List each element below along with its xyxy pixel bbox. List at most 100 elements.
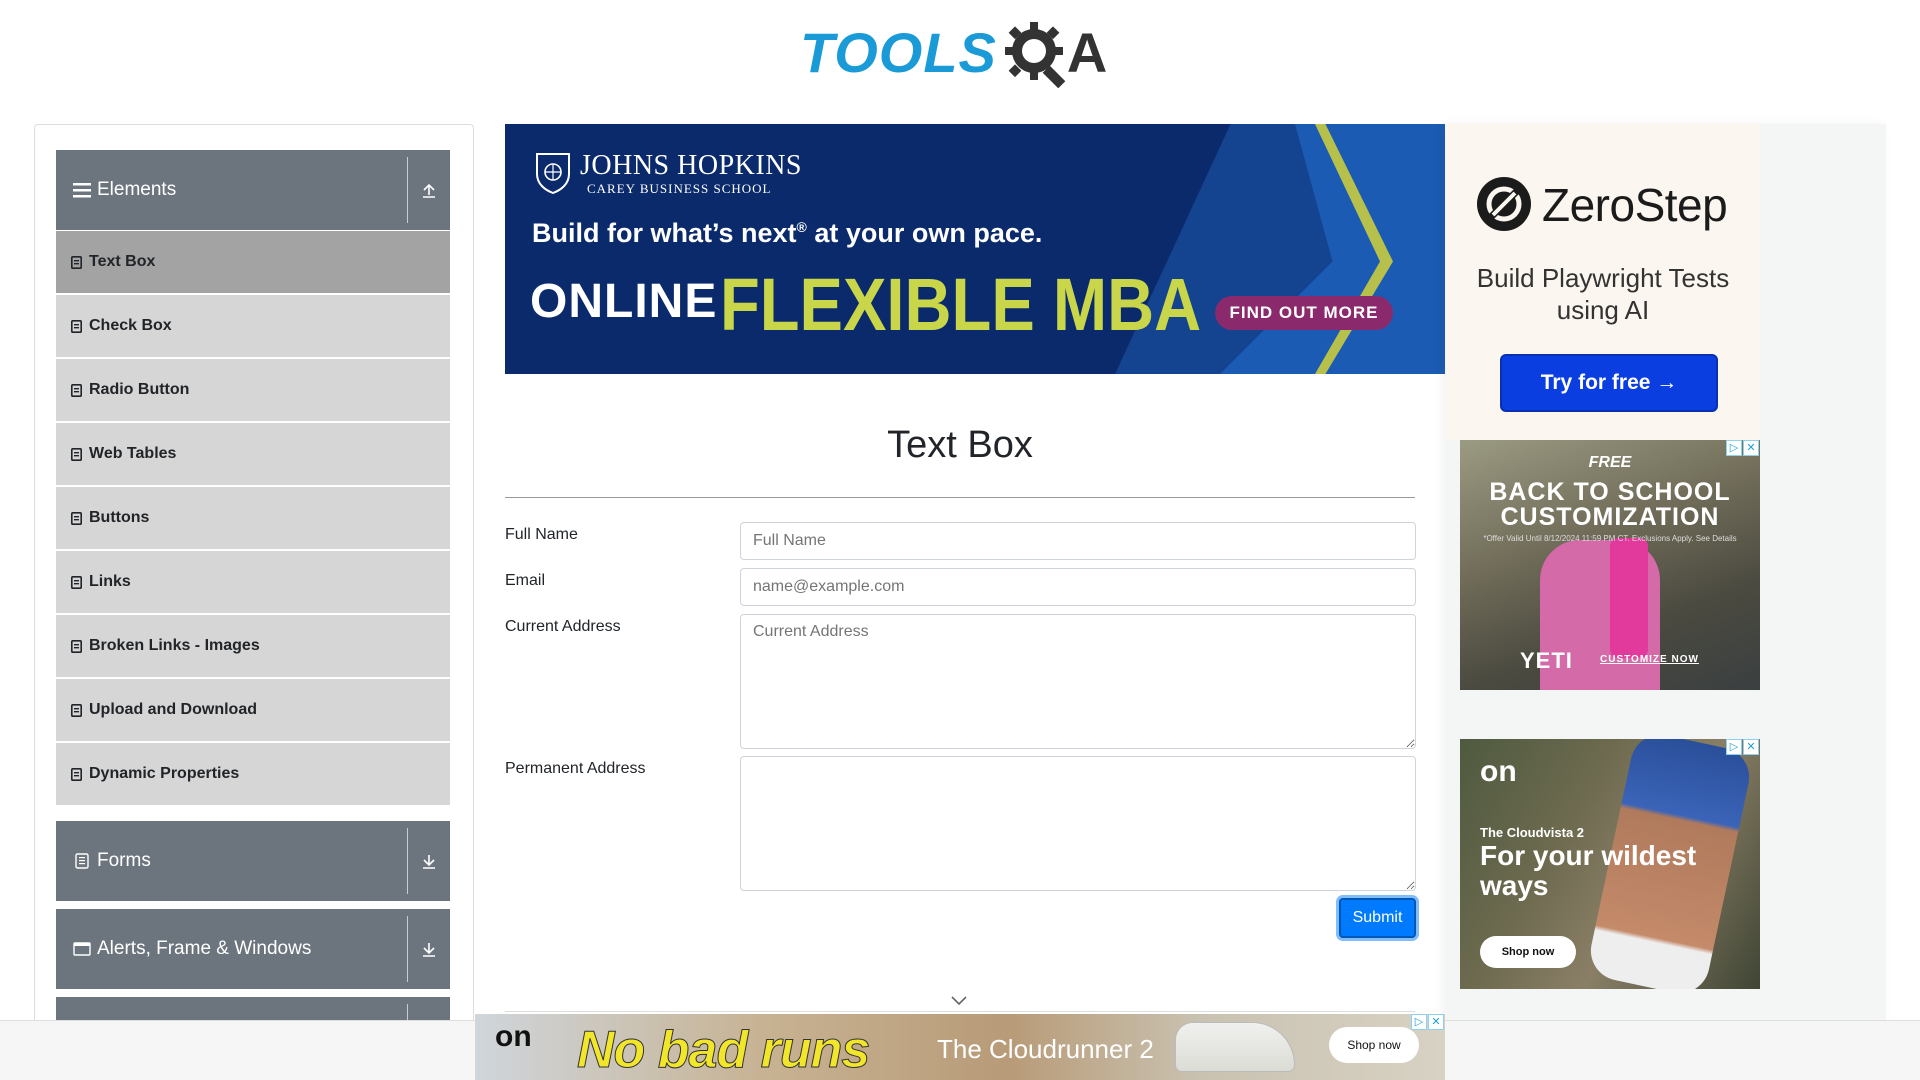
- group-forms-label: Forms: [97, 850, 151, 871]
- email-input[interactable]: [740, 568, 1416, 606]
- johns-hopkins-ad-banner[interactable]: JOHNS HOPKINS CAREY BUSINESS SCHOOL Buil…: [505, 124, 1445, 374]
- page: TOOLS A Elements Text Box Check Box Radi…: [0, 0, 1920, 1080]
- adchoices-badge[interactable]: ▷ ✕: [1411, 1014, 1445, 1031]
- adchoices-info-icon[interactable]: ▷: [1726, 739, 1742, 755]
- on-headline: For your wildest ways: [1480, 840, 1697, 901]
- group-elements[interactable]: Elements: [56, 150, 450, 230]
- sidebar-item-label: Radio Button: [89, 381, 190, 398]
- on-running-ad[interactable]: on The Cloudvista 2 For your wildest way…: [1460, 739, 1760, 989]
- ad-tagline: Build for what’s next® at your own pace.: [532, 218, 1043, 248]
- sidebar-item-text-box[interactable]: Text Box: [56, 231, 450, 293]
- sidebar-item-label: Dynamic Properties: [89, 765, 240, 782]
- content-divider: [505, 1011, 1415, 1012]
- shop-now-button[interactable]: Shop now: [1329, 1027, 1419, 1063]
- sidebar-item-links[interactable]: Links: [56, 551, 450, 613]
- sidebar-item-label: Web Tables: [89, 445, 177, 462]
- sidebar-item-label: Text Box: [89, 253, 156, 270]
- sidebar-item-label: Links: [89, 573, 131, 590]
- yeti-ad[interactable]: FREE BACK TO SCHOOL CUSTOMIZATION *Offer…: [1460, 440, 1760, 690]
- zerostep-text: Build Playwright Tests using AI: [1476, 263, 1730, 325]
- sidebar-item-buttons[interactable]: Buttons: [56, 487, 450, 549]
- page-title: Text Box: [887, 424, 1033, 466]
- university-crest-icon: [536, 153, 570, 194]
- site-header: TOOLS A: [0, 0, 1920, 100]
- ad-photo-bottle: [1610, 538, 1648, 658]
- cloudrunner-ad[interactable]: on No bad runs The Cloudrunner 2 Shop no…: [475, 1014, 1445, 1080]
- ad-school-sub: CAREY BUSINESS SCHOOL: [587, 181, 772, 196]
- ad-program-text: FLEXIBLE MBA: [720, 263, 1202, 346]
- gear-q-icon: [1004, 22, 1066, 88]
- logo-a-letter: A: [1066, 21, 1108, 84]
- ad-photo-shoe: [1175, 1022, 1295, 1072]
- sidebar-item-check-box[interactable]: Check Box: [56, 295, 450, 357]
- sidebar-item-upload-download[interactable]: Upload and Download: [56, 679, 450, 741]
- zerostep-ad[interactable]: ZeroStep Build Playwright Tests using AI…: [1446, 124, 1760, 440]
- adchoices-badge[interactable]: ▷ ✕: [1726, 739, 1760, 756]
- logo-tools-text: TOOLS: [800, 21, 997, 84]
- shop-now-button[interactable]: Shop now: [1480, 936, 1576, 968]
- sidebar-item-dynamic-properties[interactable]: Dynamic Properties: [56, 743, 450, 805]
- list-icon: [71, 767, 83, 781]
- yeti-free-text: FREE: [1588, 454, 1632, 471]
- full-name-input[interactable]: [740, 522, 1416, 560]
- expand-arrow-icon[interactable]: [408, 909, 450, 989]
- current-address-textarea[interactable]: [740, 614, 1416, 749]
- zerostep-logo-icon: [1477, 177, 1531, 231]
- list-icon: [71, 703, 83, 717]
- list-icon: [71, 575, 83, 589]
- hamburger-icon: [73, 181, 91, 199]
- collapse-arrow-icon[interactable]: [408, 150, 450, 230]
- current-address-label: Current Address: [505, 618, 621, 635]
- ad-close-icon[interactable]: ✕: [1743, 440, 1759, 456]
- sidebar-item-radio-button[interactable]: Radio Button: [56, 359, 450, 421]
- sidebar: Elements Text Box Check Box Radio Button…: [34, 124, 474, 1080]
- list-icon: [71, 511, 83, 525]
- list-icon: [71, 447, 83, 461]
- yeti-headline: BACK TO SCHOOL CUSTOMIZATION: [1489, 478, 1731, 531]
- group-alerts-label: Alerts, Frame & Windows: [97, 938, 312, 959]
- list-icon: [71, 383, 83, 397]
- on-logo: on: [1480, 755, 1517, 788]
- permanent-address-textarea[interactable]: [740, 756, 1416, 891]
- permanent-address-label: Permanent Address: [505, 760, 646, 777]
- list-icon: [71, 639, 83, 653]
- sidebar-item-label: Broken Links - Images: [89, 637, 260, 654]
- group-forms[interactable]: Forms: [56, 821, 450, 901]
- try-for-free-button[interactable]: Try for free →: [1500, 354, 1718, 412]
- yeti-fine-print: *Offer Valid Until 8/12/2024 11:59 PM CT…: [1483, 534, 1737, 543]
- ad-school-name: JOHNS HOPKINS: [580, 150, 802, 181]
- bottom-ad-product: The Cloudrunner 2: [937, 1034, 1154, 1064]
- group-alerts-frame-windows[interactable]: Alerts, Frame & Windows: [56, 909, 450, 989]
- email-label: Email: [505, 572, 546, 589]
- sidebar-item-web-tables[interactable]: Web Tables: [56, 423, 450, 485]
- toolsqa-logo[interactable]: TOOLS A: [800, 14, 1126, 92]
- sidebar-item-label: Upload and Download: [89, 701, 257, 718]
- zerostep-brand: ZeroStep: [1542, 179, 1728, 231]
- sidebar-item-broken-links[interactable]: Broken Links - Images: [56, 615, 450, 677]
- adchoices-info-icon[interactable]: ▷: [1726, 440, 1742, 456]
- window-icon: [73, 940, 91, 958]
- adchoices-badge[interactable]: ▷ ✕: [1726, 440, 1760, 457]
- chevron-down-icon[interactable]: [951, 996, 967, 1006]
- on-product: The Cloudvista 2: [1480, 825, 1585, 840]
- submit-button[interactable]: Submit: [1339, 898, 1416, 938]
- sidebar-item-label: Check Box: [89, 317, 172, 334]
- customize-now-link[interactable]: CUSTOMIZE NOW: [1600, 654, 1699, 665]
- adchoices-info-icon[interactable]: ▷: [1411, 1014, 1427, 1030]
- ad-online-text: ONLINE: [530, 275, 718, 328]
- ad-find-out-more-button[interactable]: FIND OUT MORE: [1215, 296, 1393, 330]
- group-elements-label: Elements: [97, 179, 177, 200]
- full-name-label: Full Name: [505, 526, 578, 543]
- on-logo: on: [495, 1020, 532, 1053]
- ad-close-icon[interactable]: ✕: [1428, 1014, 1444, 1030]
- sidebar-item-label: Buttons: [89, 509, 150, 526]
- logo-qa-text: A: [1001, 18, 1107, 88]
- title-divider: [505, 497, 1415, 498]
- list-icon: [71, 255, 83, 269]
- yeti-brand: YETI: [1520, 648, 1573, 673]
- ad-close-icon[interactable]: ✕: [1743, 739, 1759, 755]
- form-icon: [73, 852, 91, 870]
- expand-arrow-icon[interactable]: [408, 821, 450, 901]
- bottom-ad-headline: No bad runs: [576, 1021, 870, 1080]
- list-icon: [71, 319, 83, 333]
